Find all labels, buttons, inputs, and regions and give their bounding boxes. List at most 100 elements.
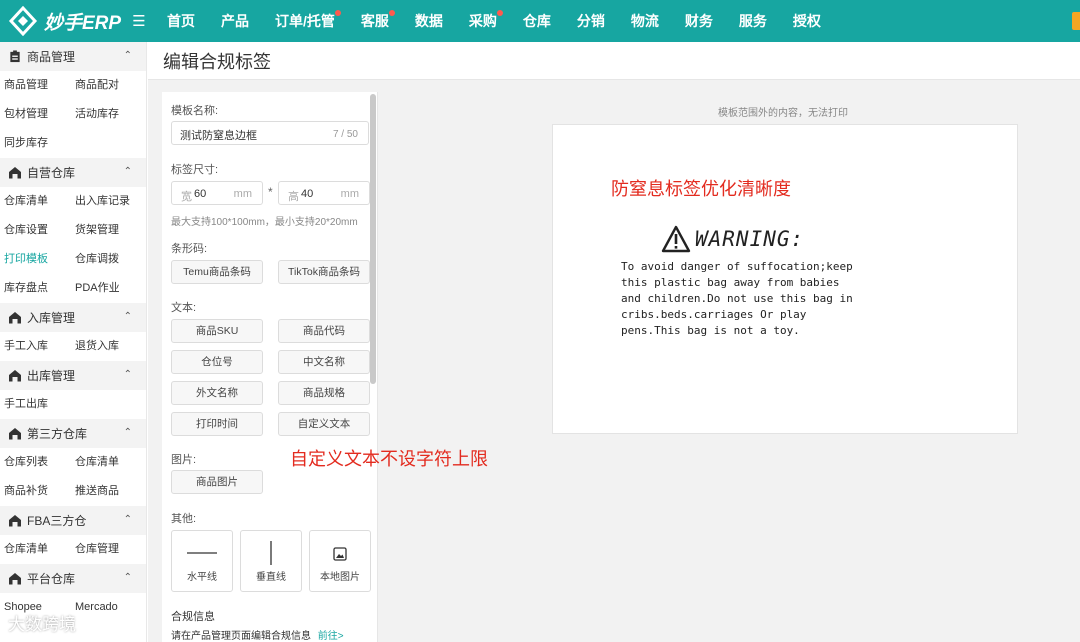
text-label: 文本: [171,302,197,314]
user-badge-icon[interactable] [1072,12,1080,30]
hamburger-icon[interactable]: ☰ [124,12,154,30]
text-field-button[interactable]: 自定义文本 [278,412,370,436]
nav-item-9[interactable]: 财务 [672,0,726,42]
sidebar-item[interactable]: 手工入库 [4,332,75,361]
nav-item-10[interactable]: 服务 [726,0,780,42]
sidebar-group-5[interactable]: FBA三方仓 ⌃ [0,506,146,535]
warning-title[interactable]: WARNING: [661,225,804,253]
nav-item-8[interactable]: 物流 [618,0,672,42]
label-canvas[interactable]: WARNING: To avoid danger of suffocation;… [552,124,1018,434]
warning-text[interactable]: To avoid danger of suffocation;keep this … [621,259,871,339]
sidebar-group-4[interactable]: 第三方仓库 ⌃ [0,419,146,448]
sidebar-group-6[interactable]: 平台仓库 ⌃ [0,564,146,593]
warehouse-icon [8,514,27,527]
template-name-input[interactable]: 测试防窒息边框 7 / 50 [171,121,369,145]
vertical-line-icon [241,531,301,569]
nav-item-2[interactable]: 订单/托管 [262,0,348,42]
sidebar-group-0[interactable]: 商品管理 ⌃ [0,42,146,71]
warehouse-icon [8,311,27,324]
nav-item-1[interactable]: 产品 [208,0,262,42]
sidebar-item[interactable]: 退货入库 [75,332,146,361]
warehouse-icon [8,166,27,179]
sidebar-item[interactable]: 货架管理 [75,216,146,245]
notification-dot-icon [388,10,395,16]
nav-item-3[interactable]: 客服 [348,0,402,42]
sidebar-item[interactable]: 活动库存 [75,100,146,129]
nav-label: 数据 [414,13,443,29]
sidebar-item[interactable]: 仓库清单 [4,187,75,216]
chevron-up-icon[interactable]: ⌃ [124,50,132,61]
chevron-up-icon[interactable]: ⌃ [124,514,132,525]
sidebar-group-items: 仓库清单 出入库记录 仓库设置 货架管理 打印模板 仓库调拨 库存盘点 PDA作业 [0,187,146,303]
nav-item-11[interactable]: 授权 [780,0,834,42]
sidebar-group-1[interactable]: 自营仓库 ⌃ [0,158,146,187]
tool-horizontal-line[interactable]: 水平线 [171,530,233,592]
text-field-button[interactable]: 中文名称 [278,350,370,374]
nav-item-5[interactable]: 采购 [456,0,510,42]
sidebar-item[interactable]: 推送商品 [75,477,146,506]
sidebar-group-3[interactable]: 出库管理 ⌃ [0,361,146,390]
text-field-button[interactable]: 仓位号 [171,350,263,374]
top-nav: 首页 产品 订单/托管 客服 数据 采购 仓库 分销 物流 财务 服务 授权 [154,0,834,42]
warehouse-icon [8,427,27,440]
text-field-button[interactable]: 商品SKU [171,319,263,343]
width-input[interactable]: 宽 60 mm [171,181,263,205]
sidebar-group-title: FBA三方仓 [27,514,87,528]
chevron-up-icon[interactable]: ⌃ [124,572,132,583]
sidebar-item[interactable]: PDA作业 [75,274,146,303]
sidebar-item[interactable]: 仓库清单 [4,535,75,564]
watermark: 大数跨境 [8,615,76,634]
width-prefix: 宽 [181,191,192,203]
text-field-button[interactable]: 商品规格 [278,381,370,405]
chevron-up-icon[interactable]: ⌃ [124,427,132,438]
notification-dot-icon [496,10,503,16]
sidebar-item[interactable]: 仓库管理 [75,535,146,564]
nav-item-7[interactable]: 分销 [564,0,618,42]
app-logo[interactable]: 妙手ERP [0,6,124,36]
annotation-top: 防窒息标签优化清晰度 [611,179,791,199]
height-prefix: 高 [288,191,299,203]
height-value: 40 [301,188,314,200]
sidebar-item[interactable]: 仓库设置 [4,216,75,245]
warning-title-text: WARNING: [695,227,805,251]
sidebar-group-2[interactable]: 入库管理 ⌃ [0,303,146,332]
sidebar-item[interactable]: 商品补货 [4,477,75,506]
notification-dot-icon [334,10,341,16]
sidebar-item[interactable]: 同步库存 [4,129,75,158]
warning-line: pens.This bag is not a toy. [621,324,800,337]
nav-label: 采购 [468,13,497,29]
nav-item-0[interactable]: 首页 [154,0,208,42]
barcode-button[interactable]: Temu商品条码 [171,260,263,284]
sidebar-item[interactable]: 仓库清单 [75,448,146,477]
nav-item-4[interactable]: 数据 [402,0,456,42]
sidebar-item[interactable]: 仓库调拨 [75,245,146,274]
height-input[interactable]: 高 40 mm [278,181,370,205]
tool-image[interactable]: 本地图片 [309,530,371,592]
nav-label: 客服 [360,13,389,29]
sidebar-group-title: 自营仓库 [27,166,76,180]
sidebar-group-title: 出库管理 [27,369,76,383]
image-label: 图片: [171,454,197,466]
sidebar-item[interactable]: 包材管理 [4,100,75,129]
sidebar-item[interactable]: 手工出库 [4,390,75,419]
sidebar-item[interactable]: Mercado [75,593,146,622]
image-button[interactable]: 商品图片 [171,470,263,494]
sidebar-item[interactable]: 库存盘点 [4,274,75,303]
sidebar-item[interactable]: 商品配对 [75,71,146,100]
chevron-up-icon[interactable]: ⌃ [124,166,132,177]
barcode-button[interactable]: TikTok商品条码 [278,260,370,284]
sidebar-item[interactable]: 打印模板 [4,245,75,274]
panel-scrollbar[interactable] [370,94,376,384]
sidebar-group-items: 仓库列表 仓库清单 商品补货 推送商品 [0,448,146,506]
sidebar-item[interactable]: 仓库列表 [4,448,75,477]
nav-item-6[interactable]: 仓库 [510,0,564,42]
compliance-link[interactable]: 前往> [318,631,344,642]
text-field-button[interactable]: 打印时间 [171,412,263,436]
sidebar-item[interactable]: 商品管理 [4,71,75,100]
text-field-button[interactable]: 商品代码 [278,319,370,343]
text-field-button[interactable]: 外文名称 [171,381,263,405]
chevron-up-icon[interactable]: ⌃ [124,311,132,322]
chevron-up-icon[interactable]: ⌃ [124,369,132,380]
tool-vertical-line[interactable]: 垂直线 [240,530,302,592]
sidebar-item[interactable]: 出入库记录 [75,187,146,216]
